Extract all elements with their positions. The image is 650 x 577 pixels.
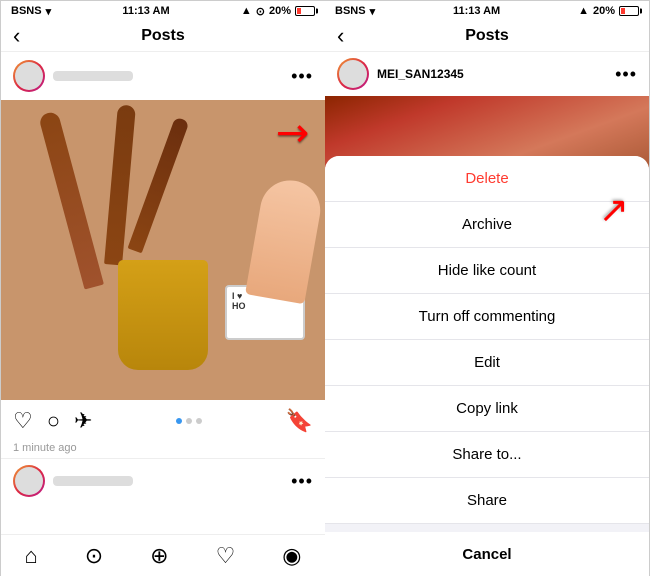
- wifi-icon-2: ⊙: [256, 5, 265, 18]
- sign-text2: HO: [232, 301, 246, 311]
- back-button-right[interactable]: ‹: [337, 23, 344, 49]
- carrier-right: BSNS: [335, 5, 366, 17]
- dots-indicator: [176, 418, 202, 424]
- status-right: ▲ ⊙ 20%: [241, 5, 315, 18]
- actions-left: ♡ ○ ✈: [13, 408, 92, 434]
- signal-icon: ▲: [241, 5, 252, 17]
- dot-3: [196, 418, 202, 424]
- like-button-left[interactable]: ♡: [13, 408, 33, 434]
- watermark: wsxdm.com: [597, 565, 645, 575]
- footer-avatar-row: [13, 465, 133, 497]
- dot-2: [186, 418, 192, 424]
- avatar-inner-left: [15, 62, 43, 90]
- sheet-item-delete[interactable]: Delete: [325, 156, 649, 202]
- bottom-sheet: Delete Archive Hide like count Turn off …: [325, 156, 649, 577]
- status-right-right: ▲ 20%: [578, 5, 639, 17]
- sheet-item-share[interactable]: Share: [325, 478, 649, 524]
- spoon3: [128, 117, 190, 254]
- nav-bar-right: ‹ Posts: [325, 21, 649, 52]
- bottom-nav-left: ⌂ ⊙ ⊕ ♡ ◉: [1, 534, 325, 577]
- post-footer-left: •••: [1, 458, 325, 503]
- more-button-left[interactable]: •••: [291, 66, 313, 87]
- battery-icon-right: [619, 6, 639, 16]
- post-header-right: MEI_SAN12345 •••: [325, 52, 649, 96]
- username-left: [53, 71, 133, 81]
- time-right: 11:13 AM: [453, 5, 500, 17]
- add-nav-icon[interactable]: ⊕: [150, 543, 168, 569]
- carrier-left: BSNS: [11, 5, 42, 17]
- sheet-item-archive[interactable]: Archive: [325, 202, 649, 248]
- spoon1: [38, 110, 104, 289]
- nav-bar-left: ‹ Posts: [1, 21, 325, 52]
- sheet-item-edit[interactable]: Edit: [325, 340, 649, 386]
- avatar-row-right: MEI_SAN12345: [337, 58, 464, 90]
- avatar-left[interactable]: [13, 60, 45, 92]
- post-scene-left: I ♥ HO: [1, 100, 325, 400]
- post-header-left: •••: [1, 52, 325, 100]
- wifi-icon-right: ▾: [370, 5, 376, 18]
- more-button-right[interactable]: •••: [615, 64, 637, 85]
- battery-icon-left: [295, 6, 315, 16]
- avatar-right[interactable]: [337, 58, 369, 90]
- back-button-left[interactable]: ‹: [13, 23, 20, 49]
- username-right: MEI_SAN12345: [377, 67, 464, 81]
- profile-nav-icon[interactable]: ◉: [282, 543, 301, 569]
- sheet-item-copy-link[interactable]: Copy link: [325, 386, 649, 432]
- status-bar-right: BSNS ▾ 11:13 AM ▲ 20%: [325, 1, 649, 21]
- footer-more-button[interactable]: •••: [291, 471, 313, 492]
- status-left: BSNS ▾: [11, 5, 51, 18]
- sheet-item-turn-off-commenting[interactable]: Turn off commenting: [325, 294, 649, 340]
- post-image-left: I ♥ HO ↗: [1, 100, 325, 400]
- time-left: 11:13 AM: [122, 5, 169, 17]
- battery-fill-left: [297, 8, 301, 14]
- avatar-row-left: [13, 60, 133, 92]
- wifi-icon: ▾: [46, 5, 52, 18]
- battery-fill-right: [621, 8, 625, 14]
- footer-username: [53, 476, 133, 486]
- battery-left: 20%: [269, 5, 291, 17]
- heart-nav-icon[interactable]: ♡: [216, 543, 236, 569]
- battery-pct-right: 20%: [593, 5, 615, 17]
- footer-avatar-inner: [15, 467, 43, 495]
- status-left-right: BSNS ▾: [335, 5, 375, 18]
- home-nav-icon[interactable]: ⌂: [24, 543, 37, 569]
- share-button-left[interactable]: ✈: [74, 408, 92, 434]
- signal-icon-right: ▲: [578, 5, 589, 17]
- sheet-item-hide-like-count[interactable]: Hide like count: [325, 248, 649, 294]
- comment-button-left[interactable]: ○: [47, 408, 60, 434]
- vase: [118, 260, 208, 370]
- search-nav-icon[interactable]: ⊙: [85, 543, 103, 569]
- dot-1: [176, 418, 182, 424]
- right-panel: BSNS ▾ 11:13 AM ▲ 20% ‹ Posts MEI_SAN123…: [325, 1, 649, 577]
- sign-text1: I ♥: [232, 291, 242, 301]
- left-panel: BSNS ▾ 11:13 AM ▲ ⊙ 20% ‹ Posts •••: [1, 1, 325, 577]
- status-bar-left: BSNS ▾ 11:13 AM ▲ ⊙ 20%: [1, 1, 325, 21]
- post-actions-left: ♡ ○ ✈ 🔖: [1, 400, 325, 442]
- avatar-inner-right: [339, 60, 367, 88]
- footer-avatar[interactable]: [13, 465, 45, 497]
- page-title-right: Posts: [465, 27, 509, 45]
- time-ago-left: 1 minute ago: [1, 442, 325, 458]
- hand: [245, 176, 325, 305]
- sheet-item-share-to[interactable]: Share to...: [325, 432, 649, 478]
- bookmark-button-left[interactable]: 🔖: [286, 408, 313, 434]
- page-title-left: Posts: [141, 27, 185, 45]
